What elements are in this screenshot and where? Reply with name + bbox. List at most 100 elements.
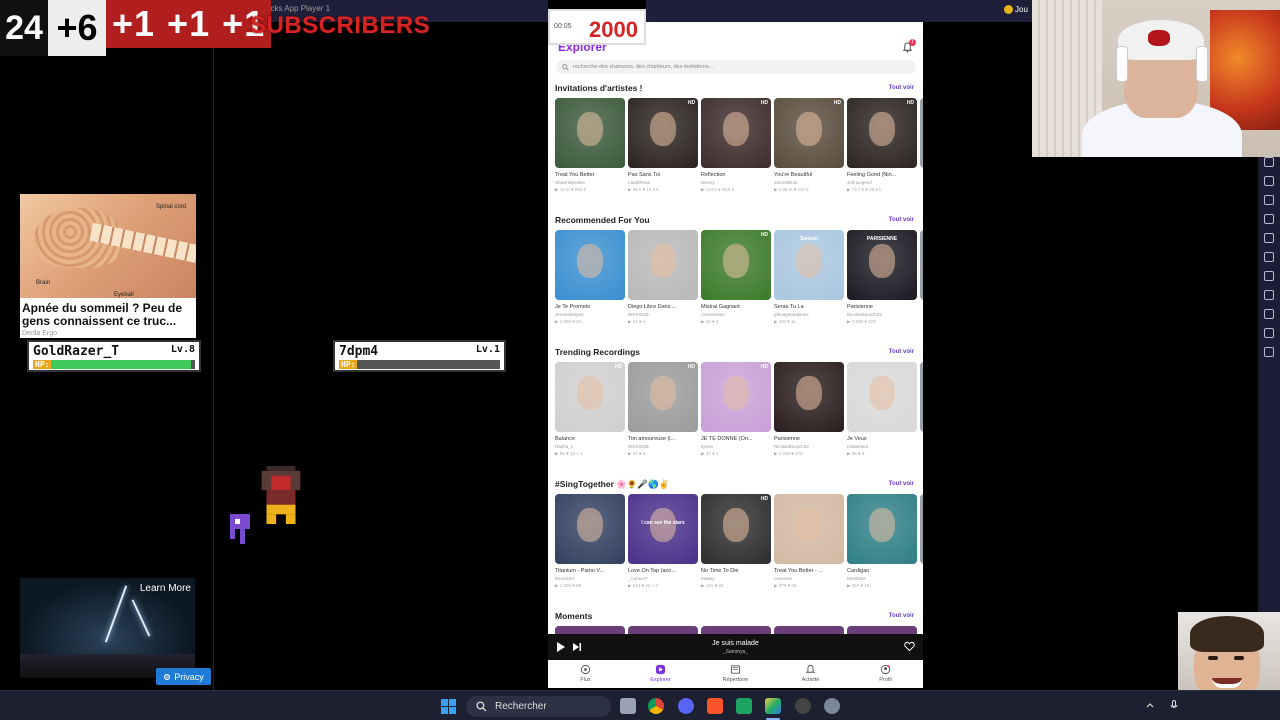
thumbnail-text: PARISIENNE <box>866 236 898 242</box>
tool-icon[interactable] <box>1264 309 1274 319</box>
song-card[interactable]: HD Ton amoureuse (l... NIKKISSB ▶ 22 ♥ 5 <box>628 362 698 457</box>
song-card[interactable]: HD JE TE DONNE (Ori... ejeem ▶ 37 ♥ 3 <box>701 362 771 457</box>
hp-bar <box>51 360 195 369</box>
song-card-partial[interactable] <box>920 494 923 589</box>
song-title: Cardigan <box>847 568 870 574</box>
song-card[interactable]: Titanium - Piano V... Etuvolonz ▶ 1 026 ♥ … <box>555 494 625 589</box>
privacy-button[interactable]: Privacy <box>156 668 211 685</box>
nav-repertoire[interactable]: Répertoire <box>698 660 773 688</box>
song-card-partial[interactable] <box>920 98 923 193</box>
thumbnail-portrait <box>723 244 749 278</box>
nav-explorer[interactable]: Explorer <box>623 660 698 688</box>
song-card[interactable]: Je Te Promets Jeremiebayart ▶ 1 260 ♥ 43 <box>555 230 625 325</box>
ad-source: Derila Ergo <box>22 330 58 337</box>
song-card[interactable]: Parisienne NicolasBousch33 ▶ 3 036 ♥ 379 <box>774 362 844 457</box>
see-all-link[interactable]: Tout voir <box>889 217 914 223</box>
song-card[interactable]: HD Reflection Disney ▶ 144 k ♥ 25,5 k <box>701 98 771 193</box>
nav-flux[interactable]: Flux <box>548 660 623 688</box>
mini-player[interactable]: Je suis malade _Sammya_ <box>548 634 923 660</box>
tool-icon[interactable] <box>1264 157 1274 167</box>
song-card[interactable]: HD Mistral Gagnant AureeMusic ▶ 12 ♥ 3 <box>701 230 771 325</box>
song-card[interactable]: Cardigan MUSEBA ▶ 257 ♥ 16 <box>847 494 917 589</box>
heart-icon[interactable] <box>904 641 915 652</box>
song-card-partial[interactable] <box>920 230 923 325</box>
see-all-link[interactable]: Tout voir <box>889 481 914 487</box>
nav-profil[interactable]: Profil <box>848 660 923 688</box>
pixel-character-sprite <box>261 466 301 524</box>
spreadsheet-icon[interactable] <box>736 698 752 714</box>
tool-icon[interactable] <box>1264 195 1274 205</box>
obs-icon[interactable] <box>795 698 811 714</box>
learn-more-link[interactable]: Learn More <box>140 583 191 594</box>
song-card[interactable]: HD Balance Rapha_L ▶ 56 ♥ 12 ⤷ 1 <box>555 362 625 457</box>
player-nameplate: GoldRazer_T Lv.8 HP: <box>27 340 201 372</box>
bluestacks-icon[interactable] <box>765 698 781 714</box>
settings-icon[interactable] <box>824 698 840 714</box>
song-thumbnail: HD <box>701 494 771 564</box>
bottom-navigation: Flux Explorer Répertoire Activité Profil <box>548 660 923 688</box>
song-thumbnail <box>847 494 917 564</box>
card-row: HD Balance Rapha_L ▶ 56 ♥ 12 ⤷ 1 HD Ton amour… <box>555 362 923 457</box>
ad-label-spinal: Spinal cord <box>155 204 186 210</box>
task-view-icon[interactable] <box>620 698 636 714</box>
guest-eye <box>1208 656 1218 660</box>
song-card[interactable]: HD Feeling Good (Nin... JohnLegend ▶ 74,7 k… <box>847 98 917 193</box>
taskbar-search-label: Rechercher <box>495 701 547 712</box>
song-user: nnlateneur <box>847 444 869 449</box>
chrome-icon[interactable] <box>648 698 664 714</box>
song-stats: ▶ 74,7 k ♥ 25,9 k <box>847 187 882 192</box>
song-user: Disney <box>701 180 715 185</box>
tool-icon[interactable] <box>1264 347 1274 357</box>
brave-icon[interactable] <box>707 698 723 714</box>
song-title: Mistral Gagnant <box>701 304 740 310</box>
thumbnail-portrait <box>650 112 676 146</box>
jou-badge[interactable]: Jou <box>1004 5 1028 14</box>
thumbnail-portrait <box>577 244 603 278</box>
song-stats: ▶ 85 ♥ 6 <box>847 451 865 456</box>
tool-icon[interactable] <box>1264 214 1274 224</box>
tool-icon[interactable] <box>1264 233 1274 243</box>
song-thumbnail <box>774 362 844 432</box>
song-stats: ▶ 37 ♥ 3 <box>701 451 719 456</box>
tool-icon[interactable] <box>1264 176 1274 186</box>
start-button[interactable] <box>441 699 456 714</box>
song-card-partial[interactable] <box>920 362 923 457</box>
song-title: Reflection <box>701 172 726 178</box>
song-user: JohnLegend <box>847 180 872 185</box>
chevron-up-icon[interactable] <box>1144 699 1156 711</box>
tool-icon[interactable] <box>1264 328 1274 338</box>
ad-card[interactable]: Spinal cord Brain Eyeball Apnée du somme… <box>20 194 196 338</box>
song-title: Diego Libre Dans ... <box>628 304 677 310</box>
song-card[interactable]: HD Pas Sans Toi LarahRose ▶ 99 k ♥ 15,2 k <box>628 98 698 193</box>
song-card[interactable]: PARISIENNE Parisienne NicolasBousch33 ▶ 3 0… <box>847 230 917 325</box>
song-title: Parisienne <box>847 304 873 310</box>
video-ad[interactable]: Learn More <box>20 578 195 678</box>
nav-activite[interactable]: Activité <box>773 660 848 688</box>
song-card[interactable]: Treat You Better ShawnMendes ▶ 12 m ♥ 593 … <box>555 98 625 193</box>
discord-icon[interactable] <box>678 698 694 714</box>
tool-icon[interactable] <box>1264 271 1274 281</box>
section-header: #SingTogether 🌸🌻🎤🌎✌ Tout voir <box>555 478 923 490</box>
thumbnail-portrait <box>796 244 822 278</box>
tool-icon[interactable] <box>1264 252 1274 262</box>
song-user: LarahRose <box>628 180 651 185</box>
song-user: Etuvolonz <box>555 576 575 581</box>
song-thumbnail: HD <box>628 362 698 432</box>
song-card[interactable]: Je Veux nnlateneur ▶ 85 ♥ 6 <box>847 362 917 457</box>
see-all-link[interactable]: Tout voir <box>889 85 914 91</box>
tool-icon[interactable] <box>1264 290 1274 300</box>
song-card[interactable]: Sanson Seras Tu La gfeoagneeatimes ▶ 110 ♥ … <box>774 230 844 325</box>
song-card[interactable]: HD No Time To Die Mattey ▶ 421 ♥ 84 <box>701 494 771 589</box>
see-all-link[interactable]: Tout voir <box>889 613 914 619</box>
player-level: Lv.8 <box>170 344 195 355</box>
see-all-link[interactable]: Tout voir <box>889 349 914 355</box>
song-card[interactable]: HD You're Beautiful JamesBlunt ▶ 2,06 m ♥ 1… <box>774 98 844 193</box>
microphone-icon[interactable] <box>1168 699 1180 711</box>
song-card[interactable]: I can see the stars Love On Top (aco... _C… <box>628 494 698 589</box>
card-row: Treat You Better ShawnMendes ▶ 12 m ♥ 593 … <box>555 98 923 193</box>
song-card[interactable]: Diego Libre Dans ... NIKKISSB ▶ 14 ♥ 4 <box>628 230 698 325</box>
search-input[interactable]: recherche des chansons, des chanteurs, d… <box>556 60 916 74</box>
song-thumbnail <box>774 494 844 564</box>
taskbar-search[interactable]: Rechercher <box>466 696 611 717</box>
song-card[interactable]: Treat You Better - ... Lexxious ▶ 370 ♥ 33 <box>774 494 844 589</box>
